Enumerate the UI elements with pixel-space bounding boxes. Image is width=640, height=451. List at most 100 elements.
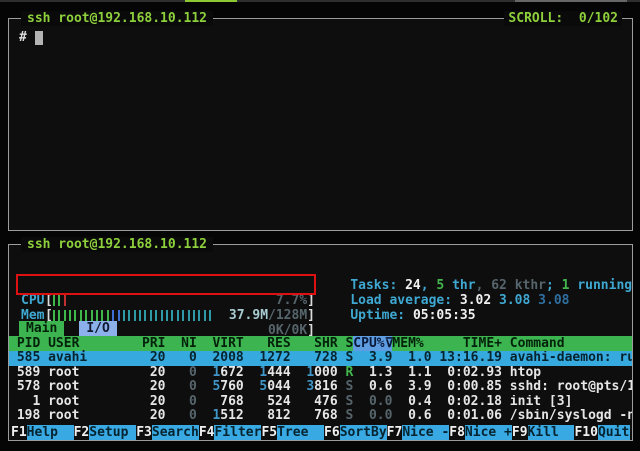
col-header-shr[interactable]: SHR xyxy=(291,336,338,351)
fkey-key: F5 xyxy=(261,425,277,440)
process-row[interactable]: 585 avahi 20 0 2008 1272 728 S 3.9 1.0 1… xyxy=(9,351,632,366)
cell-command: avahi-daemon: running xyxy=(510,351,632,366)
fkey-quit[interactable]: F10Quit xyxy=(574,425,630,440)
terminal-pane-top[interactable]: ssh root@192.168.10.112 SCROLL: 0/102 # xyxy=(8,18,633,231)
fkey-setup[interactable]: F2Setup xyxy=(74,425,137,440)
col-header-pid[interactable]: PID xyxy=(9,336,40,351)
fkey-label: Quit xyxy=(598,425,630,440)
cell-ni: 0 xyxy=(166,351,197,366)
col-header-res[interactable]: RES xyxy=(244,336,291,351)
fkey-nice-minus[interactable]: F7Nice - xyxy=(387,425,450,440)
cell-cpu: 0.6 xyxy=(353,380,392,395)
cell-shr: 1000 xyxy=(291,366,338,381)
cell-time: 0:00.85 xyxy=(432,380,502,395)
function-key-bar: F1Help F2Setup F3Search F4Filter F5Tree … xyxy=(11,425,630,440)
terminal-pane-bottom[interactable]: ssh root@192.168.10.112 CPU[7.7%] Mem[37… xyxy=(8,244,633,441)
cell-mem: 0.6 xyxy=(392,409,431,424)
fkey-label: Help xyxy=(27,425,74,440)
col-header-command[interactable]: Command xyxy=(510,336,632,351)
cell-pri: 20 xyxy=(126,395,165,410)
fkey-kill[interactable]: F9Kill xyxy=(512,425,575,440)
col-header-user[interactable]: USER xyxy=(48,336,126,351)
fkey-key: F2 xyxy=(74,425,90,440)
col-header-mem[interactable]: MEM% xyxy=(392,336,431,351)
fkey-key: F4 xyxy=(199,425,215,440)
cell-pri: 20 xyxy=(126,366,165,381)
res-lo: 812 xyxy=(267,408,290,423)
cell-state: S xyxy=(338,395,354,410)
tab-main[interactable]: Main xyxy=(19,321,64,336)
cell-shr: 476 xyxy=(291,395,338,410)
col-header-virt[interactable]: VIRT xyxy=(197,336,244,351)
cell-user: root xyxy=(48,395,126,410)
col-header-pri[interactable]: PRI xyxy=(126,336,165,351)
fkey-filter[interactable]: F4Filter xyxy=(199,425,262,440)
fkey-search[interactable]: F3Search xyxy=(136,425,199,440)
cell-time: 0:02.18 xyxy=(432,395,502,410)
load-average-line: Load average: 3.02 3.08 3.08 xyxy=(319,278,569,293)
fkey-label: Search xyxy=(152,425,199,440)
cell-mem: 3.9 xyxy=(392,380,431,395)
cell-pid: 578 xyxy=(9,380,40,395)
cell-res: 1272 xyxy=(244,351,291,366)
virt-lo: 672 xyxy=(220,365,243,380)
cell-user: root xyxy=(48,380,126,395)
fkey-key: F9 xyxy=(512,425,528,440)
shr-lo: 476 xyxy=(314,394,337,409)
tasks-line: Tasks: 24, 5 thr, 62 kthr; 1 running xyxy=(319,263,632,278)
cell-virt: 5760 xyxy=(197,380,244,395)
scrubber-buffer-segment xyxy=(515,0,627,2)
col-header-time[interactable]: TIME+ xyxy=(432,336,502,351)
pane-title-ssh: ssh root@192.168.10.112 xyxy=(21,237,213,252)
fkey-help[interactable]: F1Help xyxy=(11,425,74,440)
cell-time: 0:02.93 xyxy=(432,366,502,381)
fkey-label: Nice - xyxy=(402,425,449,440)
cell-cpu: 3.9 xyxy=(353,351,392,366)
cell-res: 812 xyxy=(244,409,291,424)
swp-meter: Swp[0K/0K] xyxy=(21,293,315,308)
process-row[interactable]: 589 root 20 0 1672 1444 1000 R 1.3 1.1 0… xyxy=(9,366,632,381)
shr-lo: 768 xyxy=(314,408,337,423)
cell-command: htop xyxy=(510,366,632,381)
fkey-nice-plus[interactable]: F8Nice + xyxy=(449,425,512,440)
cell-cpu: 0.0 xyxy=(353,395,392,410)
process-row[interactable]: 1 root 20 0 768 524 476 S 0.0 0.4 0:02.1… xyxy=(9,395,632,410)
virt-lo: 768 xyxy=(220,394,243,409)
cell-virt: 1672 xyxy=(197,366,244,381)
mem-meter: Mem[37.9M/128M] xyxy=(21,278,315,293)
uptime-label: Uptime: xyxy=(350,308,413,323)
fkey-tree[interactable]: F5Tree xyxy=(261,425,324,440)
shr-hi: 1 xyxy=(306,365,314,380)
pane-title-ssh: ssh root@192.168.10.112 xyxy=(21,11,213,26)
fkey-sortby[interactable]: F6SortBy xyxy=(324,425,387,440)
cell-pri: 20 xyxy=(126,380,165,395)
fkey-label: Kill xyxy=(528,425,575,440)
virt-lo: 760 xyxy=(220,379,243,394)
res-lo: 524 xyxy=(267,394,290,409)
htop-tabs: Main I/O xyxy=(19,321,117,336)
cell-pri: 20 xyxy=(126,409,165,424)
col-header-state[interactable]: S xyxy=(338,336,354,351)
virt-lo: 2008 xyxy=(212,350,243,365)
fkey-key: F3 xyxy=(136,425,152,440)
cell-state: S xyxy=(338,351,354,366)
cell-virt: 768 xyxy=(197,395,244,410)
process-row[interactable]: 198 root 20 0 1512 812 768 S 0.0 0.6 0:0… xyxy=(9,409,632,424)
process-table-header[interactable]: PID USER PRI NI VIRT RES SHR S CPU%⊽ MEM… xyxy=(9,336,632,351)
cell-shr: 768 xyxy=(291,409,338,424)
cell-cpu: 0.0 xyxy=(353,409,392,424)
cell-state: S xyxy=(338,380,354,395)
shr-lo: 816 xyxy=(314,379,337,394)
fkey-label: Tree xyxy=(277,425,324,440)
cell-pid: 585 xyxy=(9,351,40,366)
load-15min: 3.08 xyxy=(538,293,569,308)
cell-res: 524 xyxy=(244,395,291,410)
tab-io[interactable]: I/O xyxy=(79,321,116,336)
cell-mem: 1.0 xyxy=(392,351,431,366)
process-row[interactable]: 578 root 20 0 5760 5044 3816 S 0.6 3.9 0… xyxy=(9,380,632,395)
cell-command: sshd: root@pts/1 xyxy=(510,380,632,395)
col-header-ni[interactable]: NI xyxy=(166,336,197,351)
shr-lo: 728 xyxy=(314,350,337,365)
shr-lo: 000 xyxy=(314,365,337,380)
col-header-cpu-sorted[interactable]: CPU%⊽ xyxy=(353,336,392,351)
